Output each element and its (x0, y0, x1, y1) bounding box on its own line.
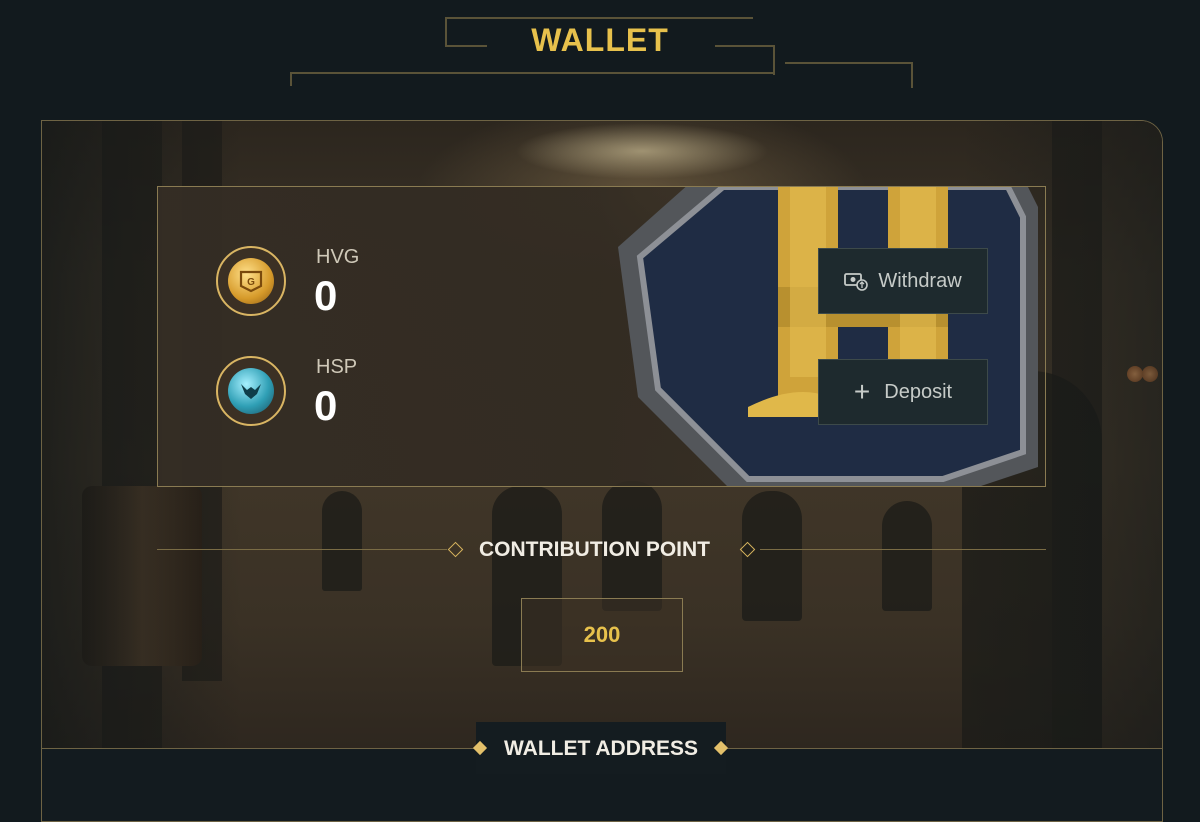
balance-card (157, 186, 1046, 487)
contribution-value: 200 (521, 598, 683, 672)
token-balance: 0 (314, 382, 338, 429)
ornament-line (785, 62, 913, 88)
withdraw-button[interactable]: Withdraw (818, 248, 988, 314)
deposit-label: Deposit (884, 380, 953, 403)
ornament-line (290, 72, 774, 74)
hvg-coin-icon: G (216, 246, 286, 316)
wallet-address-heading: WALLET ADDRESS (504, 737, 699, 760)
title-ornament: WALLET (0, 0, 1200, 100)
guild-emblem-icon (618, 187, 1038, 486)
section-divider (157, 549, 447, 550)
withdraw-label: Withdraw (878, 269, 962, 292)
hsp-coin-icon (216, 356, 286, 426)
svg-text:G: G (247, 277, 255, 288)
token-balance: 0 (314, 272, 338, 319)
section-divider (760, 549, 1046, 550)
deposit-button[interactable]: + Deposit (818, 359, 988, 425)
token-symbol: HVG (316, 246, 360, 268)
ornament-line (290, 72, 292, 86)
cash-exchange-icon (844, 273, 869, 291)
contribution-heading: CONTRIBUTION POINT (479, 538, 710, 561)
token-symbol: HSP (316, 356, 358, 378)
plus-icon: + (853, 376, 871, 407)
ornament-line (445, 17, 753, 19)
page-title: WALLET (531, 22, 669, 58)
